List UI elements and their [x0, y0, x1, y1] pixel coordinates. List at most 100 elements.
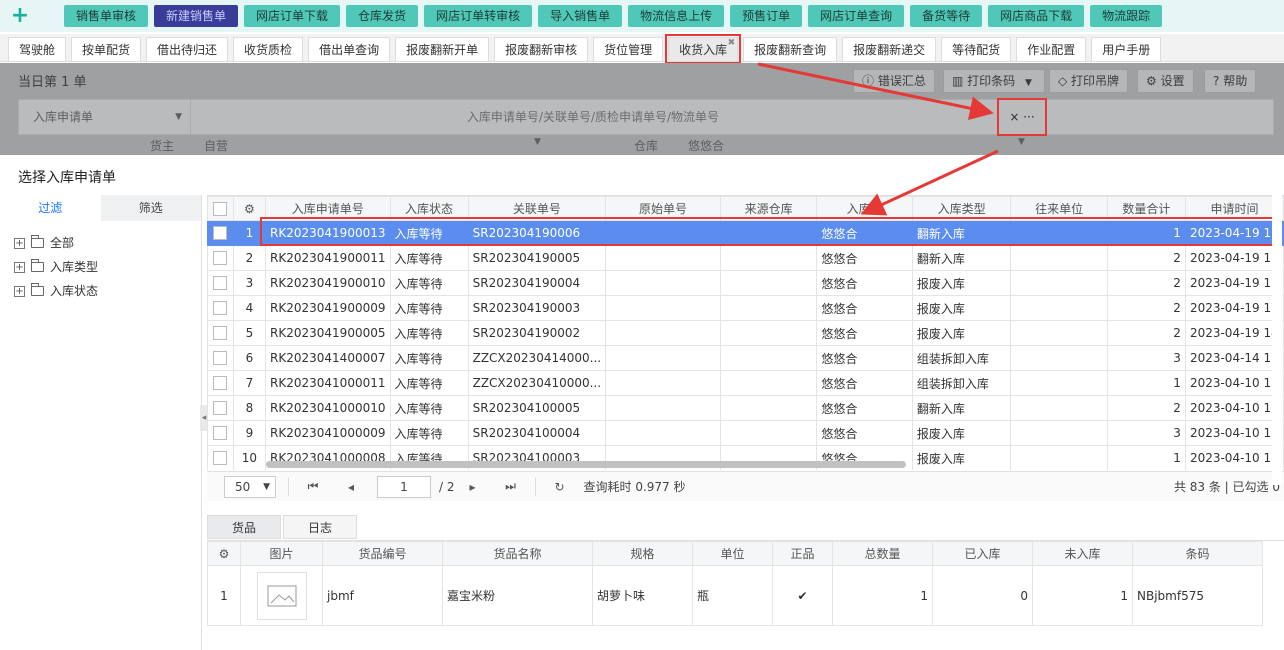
top-nav-item[interactable]: 销售单审核	[64, 5, 149, 27]
tree-node[interactable]: + 入库类型	[14, 255, 201, 279]
column-header[interactable]: 货品名称	[442, 541, 593, 566]
checkbox-icon[interactable]	[213, 301, 228, 316]
top-nav-item[interactable]: 网店订单查询	[808, 5, 905, 27]
checkbox-icon[interactable]	[213, 401, 228, 416]
column-header[interactable]: 申请时间	[1184, 196, 1284, 221]
first-page-icon[interactable]: ⏮	[301, 479, 325, 494]
horizontal-scrollbar[interactable]	[266, 461, 906, 468]
column-header[interactable]: 总数量	[832, 541, 933, 566]
search-input[interactable]: 入库申请单号/关联单号/质检申请单号/物流单号	[193, 100, 993, 134]
warehouse-select[interactable]: 悠悠合	[688, 137, 724, 154]
row-checkbox[interactable]	[207, 370, 234, 396]
top-nav-item[interactable]: 新建销售单	[154, 5, 239, 27]
row-checkbox[interactable]	[207, 295, 234, 321]
column-header[interactable]: 入库申请单号	[265, 196, 391, 221]
next-page-icon[interactable]: ▸	[461, 480, 485, 494]
clear-more-button[interactable]: × ···	[997, 98, 1047, 136]
top-nav-item[interactable]: 物流跟踪	[1090, 5, 1163, 27]
row-checkbox[interactable]	[207, 445, 234, 470]
column-header[interactable]: 原始单号	[605, 196, 721, 221]
close-icon[interactable]: ✖	[728, 31, 736, 55]
column-header[interactable]: 单位	[692, 541, 773, 566]
tab-item[interactable]: 用户手册	[1091, 37, 1162, 61]
column-header[interactable]: 数量合计	[1106, 196, 1186, 221]
tab-item[interactable]: 报废翻新审核	[494, 37, 589, 61]
tab-item[interactable]: 借出待归还	[146, 37, 229, 61]
top-nav-item[interactable]: 网店商品下载	[988, 5, 1085, 27]
top-nav-item[interactable]: 物流信息上传	[628, 5, 725, 27]
checkbox-icon[interactable]	[213, 226, 228, 241]
gear-icon[interactable]: ⚙	[232, 196, 267, 221]
tree-node[interactable]: + 全部	[14, 231, 201, 255]
expand-icon[interactable]: +	[14, 261, 25, 273]
table-row[interactable]: 3 RK2023041900010 入库等待 SR202304190004 悠悠合 报废入…	[207, 270, 1284, 296]
vertical-scrollbar[interactable]	[1272, 195, 1282, 485]
page-size-select[interactable]: 50 ▼	[224, 475, 276, 498]
table-row[interactable]: 2 RK2023041900011 入库等待 SR202304190005 悠悠合 翻新入…	[207, 245, 1284, 271]
tab-item[interactable]: 借出单查询	[308, 37, 391, 61]
top-nav-item[interactable]: 导入销售单	[538, 5, 623, 27]
tab-filter[interactable]: 过滤	[0, 195, 101, 221]
column-header[interactable]: 来源仓库	[719, 196, 818, 221]
table-row[interactable]: 6 RK2023041400007 入库等待 ZZCX20230414000... 悠悠…	[207, 345, 1284, 371]
select-all-checkbox[interactable]	[207, 196, 234, 221]
gear-icon[interactable]: ⚙	[207, 541, 241, 566]
checkbox-icon[interactable]	[213, 376, 228, 391]
error-summary-button[interactable]: ⓘ 错误汇总	[853, 69, 935, 93]
column-header[interactable]: 正品	[772, 541, 833, 566]
checkbox-icon[interactable]	[213, 276, 228, 291]
row-checkbox[interactable]	[207, 245, 234, 271]
tab-item[interactable]: 驾驶舱	[8, 37, 67, 61]
column-header[interactable]: 规格	[592, 541, 693, 566]
tab-item[interactable]: 收货入库 ✖	[665, 34, 742, 64]
column-header[interactable]: 关联单号	[467, 196, 607, 221]
print-barcode-button[interactable]: ▥ 打印条码 ▼	[943, 69, 1045, 93]
table-row[interactable]: 5 RK2023041900005 入库等待 SR202304190002 悠悠合 报废入…	[207, 320, 1284, 346]
tab-item[interactable]: 报废翻新开单	[395, 37, 490, 61]
column-header[interactable]: 未入库	[1032, 541, 1133, 566]
top-nav-item[interactable]: 网店订单下载	[244, 5, 341, 27]
tab-item[interactable]: 作业配置	[1016, 37, 1087, 61]
checkbox-icon[interactable]	[213, 201, 228, 216]
tab-item[interactable]: 按单配货	[71, 37, 142, 61]
tab-goods[interactable]: 货品	[207, 515, 281, 539]
tab-item[interactable]: 报废翻新查询	[743, 37, 838, 61]
checkbox-icon[interactable]	[213, 351, 228, 366]
table-row[interactable]: 9 RK2023041000009 入库等待 SR202304100004 悠悠合 报废入…	[207, 420, 1284, 446]
refresh-icon[interactable]: ↻	[548, 480, 572, 494]
table-row[interactable]: 1 RK2023041900013 入库等待 SR202304190006 悠悠合 翻新入…	[207, 220, 1284, 246]
checkbox-icon[interactable]	[213, 451, 228, 466]
table-row[interactable]: 7 RK2023041000011 入库等待 ZZCX20230410000... 悠悠…	[207, 370, 1284, 396]
checkbox-icon[interactable]	[213, 426, 228, 441]
top-nav-item[interactable]: 备货等待	[910, 5, 983, 27]
checkbox-icon[interactable]	[213, 326, 228, 341]
top-nav-item[interactable]: 仓库发货	[346, 5, 419, 27]
table-row[interactable]: 4 RK2023041900009 入库等待 SR202304190003 悠悠合 报废入…	[207, 295, 1284, 321]
request-type-select[interactable]: 入库申请单 ▼	[19, 100, 191, 134]
column-header[interactable]: 货品编号	[322, 541, 443, 566]
column-header[interactable]: 条码	[1132, 541, 1263, 566]
tab-item[interactable]: 收货质检	[233, 37, 304, 61]
tab-item[interactable]: 货位管理	[593, 37, 664, 61]
settings-button[interactable]: ⚙ 设置	[1137, 69, 1194, 93]
prev-page-icon[interactable]: ◂	[339, 480, 363, 494]
top-nav-item[interactable]: 预售订单	[730, 5, 803, 27]
tab-screen[interactable]: 筛选	[100, 195, 201, 221]
table-row[interactable]: 1 jbmf 嘉宝米粉 胡萝卜味瓶 ✔ 1 0 1 NBjbmf575	[207, 565, 1263, 626]
tree-node[interactable]: + 入库状态	[14, 279, 201, 303]
row-checkbox[interactable]	[207, 395, 234, 421]
expand-icon[interactable]: +	[14, 285, 25, 297]
column-header[interactable]: 图片	[240, 541, 323, 566]
row-checkbox[interactable]	[207, 420, 234, 446]
row-checkbox[interactable]	[207, 345, 234, 371]
top-nav-item[interactable]: 网店订单转审核	[424, 5, 533, 27]
help-button[interactable]: ? 帮助	[1204, 69, 1257, 93]
print-tag-button[interactable]: ◇ 打印吊牌	[1049, 69, 1129, 93]
row-checkbox[interactable]	[207, 220, 234, 246]
tab-item[interactable]: 等待配货	[941, 37, 1012, 61]
row-checkbox[interactable]	[207, 320, 234, 346]
column-header[interactable]: 往来单位	[1010, 196, 1108, 221]
owner-select[interactable]: 自营	[204, 137, 228, 154]
chevron-down-icon[interactable]: ▼	[1025, 78, 1032, 88]
last-page-icon[interactable]: ⏭	[499, 479, 523, 494]
